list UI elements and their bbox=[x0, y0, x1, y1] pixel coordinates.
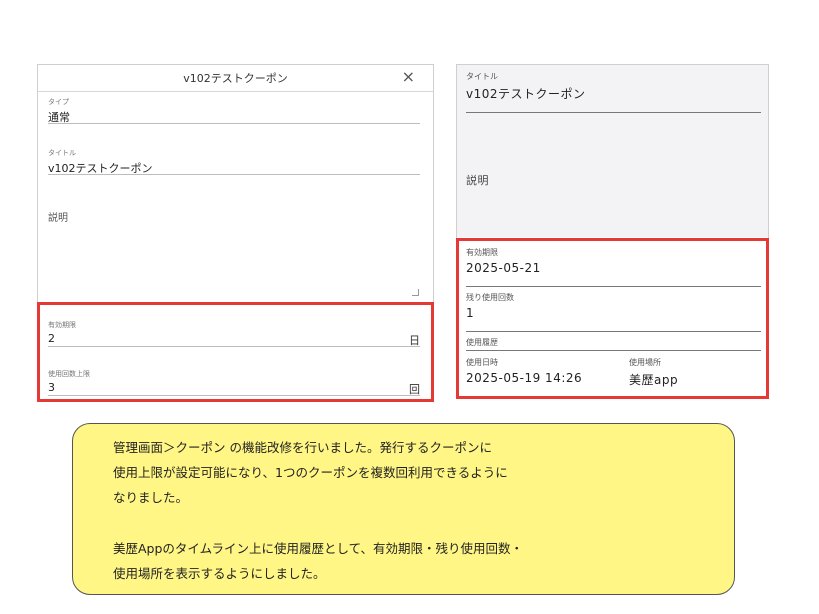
timeline-title-label: タイトル bbox=[466, 72, 498, 81]
highlight-box-left bbox=[37, 302, 434, 402]
type-label: タイプ bbox=[48, 98, 69, 106]
modal-title: v102テストクーポン bbox=[183, 72, 288, 85]
timeline-description-label: 説明 bbox=[466, 174, 489, 187]
modal-header: v102テストクーポン × bbox=[38, 65, 433, 92]
note-line-2: 使用上限が設定可能になり、1つのクーポンを複数回利用できるように bbox=[113, 465, 508, 480]
type-field[interactable]: タイプ 通常 bbox=[48, 97, 420, 124]
timeline-title-value: v102テストクーポン bbox=[466, 87, 586, 101]
announcement-note: 管理画面＞クーポン の機能改修を行いました。発行するクーポンに 使用上限が設定可… bbox=[72, 423, 735, 595]
timeline-description: 説明 bbox=[466, 169, 761, 188]
resize-handle-icon[interactable] bbox=[412, 289, 419, 296]
timeline-title-field: タイトル v102テストクーポン bbox=[466, 71, 761, 102]
note-line-4: 美歴Appのタイムライン上に使用履歴として、有効期限・残り使用回数・ bbox=[113, 541, 524, 556]
note-line-5: 使用場所を表示するようにしました。 bbox=[113, 566, 326, 581]
divider bbox=[466, 112, 761, 113]
title-label: タイトル bbox=[48, 149, 76, 157]
type-value[interactable]: 通常 bbox=[48, 109, 420, 124]
description-textarea[interactable] bbox=[40, 165, 433, 299]
highlight-box-right bbox=[456, 238, 769, 399]
note-line-1: 管理画面＞クーポン の機能改修を行いました。発行するクーポンに bbox=[113, 440, 492, 455]
note-line-3: なりました。 bbox=[113, 490, 189, 505]
close-icon[interactable]: × bbox=[402, 67, 415, 87]
